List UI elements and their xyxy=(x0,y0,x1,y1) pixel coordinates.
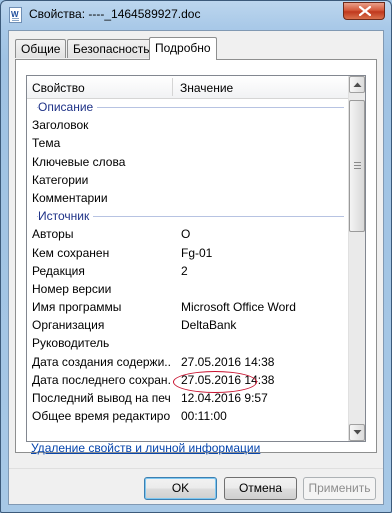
tab-security[interactable]: Безопасность xyxy=(67,39,156,58)
scroll-down-button[interactable] xyxy=(349,424,365,441)
group-title: Источник xyxy=(38,209,94,224)
property-value: DeltaBank xyxy=(181,318,237,333)
property-value: 27.05.2016 14:38 xyxy=(181,372,275,387)
list-row-revision[interactable]: Редакция 2 xyxy=(27,262,349,280)
list-row-organization[interactable]: Организация DeltaBank xyxy=(27,316,349,334)
list-row-program[interactable]: Имя программы Microsoft Office Word xyxy=(27,298,349,316)
list-row-authors[interactable]: Авторы О xyxy=(27,225,349,243)
property-name: Последний вывод на печ... xyxy=(32,391,170,405)
group-description: Описание xyxy=(27,98,349,116)
properties-dialog: W Свойства: ----_1464589927.doc Общие Бе… xyxy=(0,0,392,513)
list-row-categories[interactable]: Категории xyxy=(27,171,349,189)
close-button[interactable] xyxy=(343,2,385,20)
window-title: Свойства: ----_1464589927.doc xyxy=(29,7,201,21)
property-value: Microsoft Office Word xyxy=(181,300,296,315)
property-name: Кем сохранен xyxy=(32,245,110,260)
property-name: Ключевые слова xyxy=(32,154,126,169)
list-row-comments[interactable]: Комментарии xyxy=(27,189,349,207)
list-row-editing-time[interactable]: Общее время редактиро... 00:11:00 xyxy=(27,407,349,425)
list-row-created[interactable]: Дата создания содержи... 27.05.2016 14:38 xyxy=(27,353,349,371)
property-value: 12.04.2016 9:57 xyxy=(181,391,268,405)
arrow-up-icon xyxy=(353,82,362,87)
list-row-subject[interactable]: Тема xyxy=(27,134,349,152)
column-divider[interactable] xyxy=(172,78,173,96)
property-name: Общее время редактиро... xyxy=(32,409,170,424)
group-source: Источник xyxy=(27,207,349,225)
scroll-up-button[interactable] xyxy=(349,76,365,93)
property-name: Организация xyxy=(32,318,105,333)
property-name: Имя программы xyxy=(32,300,122,315)
property-name: Руководитель xyxy=(32,336,110,351)
cancel-button[interactable]: Отмена xyxy=(224,477,297,500)
column-header-property[interactable]: Свойство xyxy=(32,81,85,95)
column-header-value[interactable]: Значение xyxy=(180,81,233,95)
property-value: О xyxy=(181,227,191,242)
arrow-down-icon xyxy=(353,430,362,435)
list-row-version[interactable]: Номер версии xyxy=(27,280,349,298)
property-name: Тема xyxy=(32,136,61,151)
close-icon xyxy=(359,6,371,16)
list-row-saved-by[interactable]: Кем сохранен Fg-01 xyxy=(27,244,349,262)
list-row-manager[interactable]: Руководитель xyxy=(27,334,349,352)
property-name: Редакция xyxy=(32,263,85,278)
list-row-last-printed[interactable]: Последний вывод на печ... 12.04.2016 9:57 xyxy=(27,389,349,407)
scroll-thumb[interactable] xyxy=(349,100,365,232)
property-name: Категории xyxy=(32,172,89,187)
apply-button[interactable]: Применить xyxy=(303,477,376,500)
tab-general[interactable]: Общие xyxy=(15,39,67,58)
property-name: Комментарии xyxy=(32,190,108,205)
property-value: 27.05.2016 14:38 xyxy=(181,354,275,369)
property-value: 2 xyxy=(181,263,188,278)
property-name: Заголовок xyxy=(32,118,89,133)
property-value: 00:11:00 xyxy=(181,409,227,424)
tab-details[interactable]: Подробно xyxy=(149,37,217,60)
property-name: Дата последнего сохран... xyxy=(32,372,170,387)
property-name: Дата создания содержи... xyxy=(32,354,170,369)
word-document-icon: W xyxy=(9,7,22,23)
button-area-divider xyxy=(9,468,383,469)
dialog-client-area: Общие Безопасность Подробно Свойство Зна… xyxy=(8,30,384,505)
group-title: Описание xyxy=(38,100,98,114)
property-name: Авторы xyxy=(32,227,74,242)
ok-button[interactable]: OK xyxy=(144,477,217,500)
properties-list[interactable]: Свойство Значение Описание Заголовок Тем… xyxy=(26,75,366,442)
list-row-keywords[interactable]: Ключевые слова xyxy=(27,153,349,171)
list-header: Свойство Значение xyxy=(27,76,349,99)
list-row-title[interactable]: Заголовок xyxy=(27,116,349,134)
details-panel: Свойство Значение Описание Заголовок Тем… xyxy=(15,59,377,453)
list-row-last-saved[interactable]: Дата последнего сохран... 27.05.2016 14:3… xyxy=(27,371,349,389)
property-name: Номер версии xyxy=(32,281,112,296)
vertical-scrollbar[interactable] xyxy=(348,76,365,441)
title-bar[interactable]: W Свойства: ----_1464589927.doc xyxy=(1,1,391,29)
property-value: Fg-01 xyxy=(181,245,213,260)
remove-properties-link[interactable]: Удаление свойств и личной информации xyxy=(31,441,260,455)
list-rows: Описание Заголовок Тема Ключевые слова К… xyxy=(27,98,349,425)
